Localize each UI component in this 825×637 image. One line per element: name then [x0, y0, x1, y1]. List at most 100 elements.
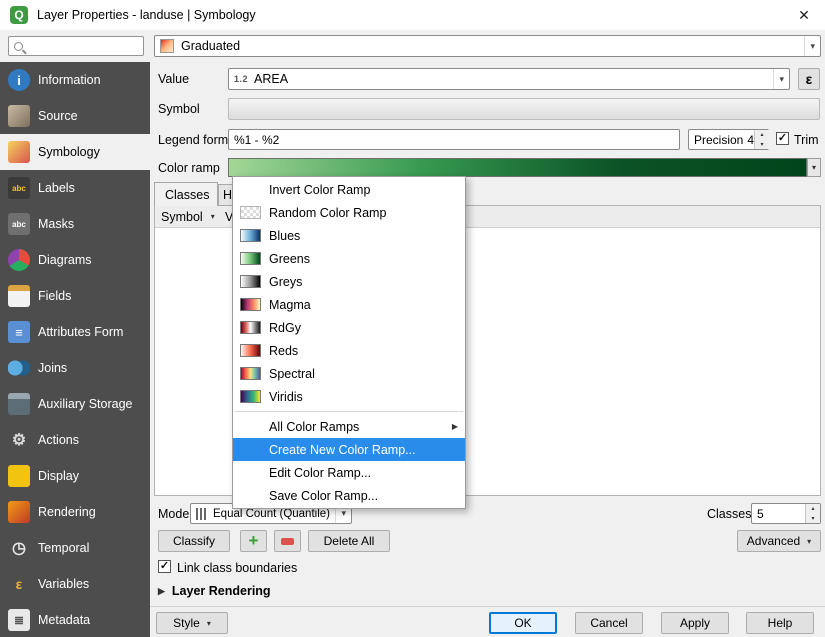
menu-icon-spacer [240, 443, 261, 456]
menu-item-invert-color-ramp[interactable]: Invert Color Ramp [233, 178, 465, 201]
menu-item-random-color-ramp[interactable]: Random Color Ramp [233, 201, 465, 224]
precision-spin-arrows[interactable]: ▴ ▾ [754, 130, 769, 149]
sidebar-item-rendering[interactable]: Rendering [0, 494, 150, 530]
delete-all-button[interactable]: Delete All [308, 530, 390, 552]
joins-icon [8, 357, 30, 379]
menu-icon-spacer [240, 420, 261, 433]
menu-item-edit-color-ramp[interactable]: Edit Color Ramp... [233, 461, 465, 484]
menu-item-magma[interactable]: Magma [233, 293, 465, 316]
classify-button[interactable]: Classify [158, 530, 230, 552]
trim-label: Trim [794, 133, 819, 147]
menu-item-create-new-color-ramp[interactable]: Create New Color Ramp... [233, 438, 465, 461]
link-class-boundaries-label: Link class boundaries [177, 561, 297, 575]
sidebar-item-attributes-form[interactable]: ≡Attributes Form [0, 314, 150, 350]
menu-item-label: All Color Ramps [269, 420, 359, 434]
advanced-button[interactable]: Advanced ▾ [737, 530, 821, 552]
greens-ramp-icon [240, 252, 261, 265]
menu-item-label: Greys [269, 275, 302, 289]
minus-icon [281, 538, 294, 545]
sidebar-item-label: Variables [38, 577, 89, 591]
add-class-button[interactable]: + [240, 530, 267, 552]
apply-button[interactable]: Apply [661, 612, 729, 634]
spin-down-icon[interactable]: ▾ [755, 140, 769, 150]
menu-item-blues[interactable]: Blues [233, 224, 465, 247]
sidebar-item-label: Metadata [38, 613, 90, 627]
search-box[interactable] [8, 36, 144, 56]
menu-item-label: Random Color Ramp [269, 206, 386, 220]
menu-item-reds[interactable]: Reds [233, 339, 465, 362]
expression-button[interactable]: ε [798, 68, 820, 90]
link-class-boundaries-checkbox[interactable]: ✓ [158, 560, 171, 573]
tab-classes[interactable]: Classes [154, 182, 218, 206]
quantile-mode-icon [196, 508, 208, 520]
qgis-logo-icon: Q [10, 6, 28, 24]
sidebar-item-label: Labels [38, 181, 75, 195]
chevron-down-icon: ▾ [807, 537, 811, 546]
color-ramp-label: Color ramp [158, 161, 220, 175]
classes-count-value: 5 [757, 507, 764, 521]
sidebar-item-joins[interactable]: Joins [0, 350, 150, 386]
sidebar-item-auxiliary-storage[interactable]: Auxiliary Storage [0, 386, 150, 422]
value-combo[interactable]: 1.2 AREA ▾ [228, 68, 790, 90]
sidebar-item-label: Information [38, 73, 101, 87]
value-field-name: AREA [254, 72, 288, 86]
chevron-down-icon: ▾ [207, 619, 211, 628]
symbology-icon [8, 141, 30, 163]
sidebar-item-source[interactable]: Source [0, 98, 150, 134]
color-ramp-bar[interactable] [228, 158, 807, 177]
menu-item-save-color-ramp[interactable]: Save Color Ramp... [233, 484, 465, 507]
spin-up-icon[interactable]: ▴ [806, 504, 820, 514]
display-icon [8, 465, 30, 487]
main-panel: Graduated ▾ Value 1.2 AREA ▾ ε Symbol Le… [150, 30, 825, 637]
menu-item-all-color-ramps[interactable]: All Color Ramps ▶ [233, 415, 465, 438]
menu-item-greys[interactable]: Greys [233, 270, 465, 293]
sidebar-item-display[interactable]: Display [0, 458, 150, 494]
remove-class-button[interactable] [274, 530, 301, 552]
menu-item-label: Invert Color Ramp [269, 183, 370, 197]
menu-item-rdgy[interactable]: RdGy [233, 316, 465, 339]
style-menu-button[interactable]: Style ▾ [156, 612, 228, 634]
sidebar-item-actions[interactable]: ⚙Actions [0, 422, 150, 458]
help-button[interactable]: Help [746, 612, 814, 634]
search-input[interactable] [28, 39, 128, 53]
sidebar-item-symbology[interactable]: Symbology [0, 134, 150, 170]
advanced-label: Advanced [747, 534, 800, 548]
spin-up-icon[interactable]: ▴ [755, 130, 769, 140]
attributes-form-icon: ≡ [8, 321, 30, 343]
sidebar-item-temporal[interactable]: ◷Temporal [0, 530, 150, 566]
sidebar-item-masks[interactable]: abcMasks [0, 206, 150, 242]
spin-down-icon[interactable]: ▾ [806, 514, 820, 524]
precision-spinbox[interactable]: Precision 4 ▴ ▾ [688, 129, 769, 150]
sidebar-item-labels[interactable]: abc Labels [0, 170, 150, 206]
sidebar-item-label: Joins [38, 361, 67, 375]
sidebar-item-fields[interactable]: Fields [0, 278, 150, 314]
color-ramp-dropdown-button[interactable]: ▾ [807, 158, 821, 177]
sidebar-list: iInformationSourceSymbology abc Labels abcM… [0, 62, 150, 637]
viridis-ramp-icon [240, 390, 261, 403]
renderer-value: Graduated [181, 39, 240, 53]
menu-item-greens[interactable]: Greens [233, 247, 465, 270]
ok-button[interactable]: OK [489, 612, 557, 634]
legend-format-input[interactable] [228, 129, 680, 150]
precision-text: Precision 4 [694, 133, 754, 147]
layer-rendering-expander[interactable]: ▶ Layer Rendering [158, 584, 271, 598]
classes-spinbox[interactable]: 5 ▴ ▾ [751, 503, 821, 524]
submenu-arrow-icon: ▶ [452, 422, 458, 431]
sidebar-item-metadata[interactable]: ≣Metadata [0, 602, 150, 637]
menu-item-viridis[interactable]: Viridis [233, 385, 465, 408]
sidebar-item-diagrams[interactable]: Diagrams [0, 242, 150, 278]
renderer-combo[interactable]: Graduated ▾ [154, 35, 821, 57]
trim-checkbox[interactable]: ✓ [776, 132, 789, 145]
sidebar-item-information[interactable]: iInformation [0, 62, 150, 98]
layer-rendering-label: Layer Rendering [172, 584, 271, 598]
column-header-symbol[interactable]: Symbol ▾ [155, 210, 223, 224]
sidebar-item-label: Temporal [38, 541, 89, 555]
classes-spin-arrows[interactable]: ▴ ▾ [805, 504, 820, 523]
close-icon[interactable]: ✕ [793, 7, 815, 24]
variables-icon: ε [8, 573, 30, 595]
cancel-button[interactable]: Cancel [575, 612, 643, 634]
labels-icon: abc [8, 177, 30, 199]
menu-item-spectral[interactable]: Spectral [233, 362, 465, 385]
sidebar-item-variables[interactable]: ε Variables [0, 566, 150, 602]
window-title: Layer Properties - landuse | Symbology [37, 8, 256, 22]
